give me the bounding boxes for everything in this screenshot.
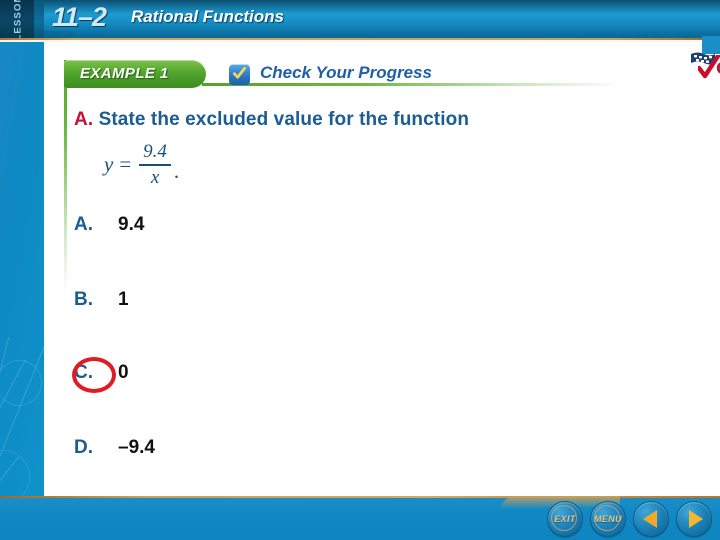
equation-fraction: 9.4 x [139, 142, 171, 188]
option-a-letter: A. [74, 214, 93, 235]
option-b-letter: B. [74, 289, 93, 310]
exit-button[interactable]: EXIT [547, 501, 583, 537]
equation-lhs: y [104, 152, 114, 177]
bottom-nav-bar: EXIT MENU [0, 496, 720, 540]
equation-period: . [173, 158, 180, 183]
option-c-value: 0 [118, 362, 129, 383]
header-white-rule [0, 40, 720, 42]
header-corner-square [702, 36, 720, 54]
menu-button-ring [594, 505, 620, 531]
equation-equals: = [119, 152, 132, 177]
question-letter: A. [74, 109, 94, 130]
equation-denominator: x [150, 166, 160, 188]
fraction-bar [139, 163, 171, 166]
lesson-header-bar: LESSON 11–2 Rational Functions [0, 0, 720, 42]
checkpoint-check-text: Check [716, 58, 720, 79]
green-left-accent [64, 60, 67, 292]
lesson-title: Rational Functions [131, 7, 284, 26]
menu-button[interactable]: MENU [590, 501, 626, 537]
slide-content-panel: EXAMPLE 1 Check Your Progress A. State t… [44, 44, 720, 496]
lesson-word-label: LESSON [12, 0, 24, 41]
option-d-value: –9.4 [118, 437, 155, 458]
exit-button-ring [551, 505, 577, 531]
checkmark-icon [229, 64, 250, 85]
nav-button-group: EXIT MENU [547, 501, 712, 537]
correct-answer-ring [72, 357, 116, 393]
option-d-letter: D. [74, 437, 93, 458]
equation-numerator: 9.4 [143, 141, 167, 162]
next-slide-button[interactable] [676, 501, 712, 537]
slide-canvas: LESSON 11–2 Rational Functions EXAMPLE 1… [0, 0, 720, 540]
left-sidebar-strip [0, 0, 44, 540]
question-body: State the excluded value for the functio… [98, 109, 470, 130]
option-b-value: 1 [118, 289, 129, 310]
option-a-value: 9.4 [118, 214, 145, 235]
triangle-right-icon [688, 510, 703, 528]
example-banner: EXAMPLE 1 Check Your Progress [64, 60, 622, 88]
previous-slide-button[interactable] [633, 501, 669, 537]
lesson-number: 11–2 [52, 2, 107, 32]
question-text: A. State the excluded value for the func… [74, 109, 469, 131]
header-left-mid-block [34, 0, 44, 42]
check-your-progress-label: Check Your Progress [260, 63, 432, 82]
triangle-left-icon [642, 510, 657, 528]
example-badge-label: EXAMPLE 1 [80, 65, 169, 82]
equation: y = 9.4 x . [104, 142, 179, 188]
green-banner-tail [202, 83, 622, 86]
